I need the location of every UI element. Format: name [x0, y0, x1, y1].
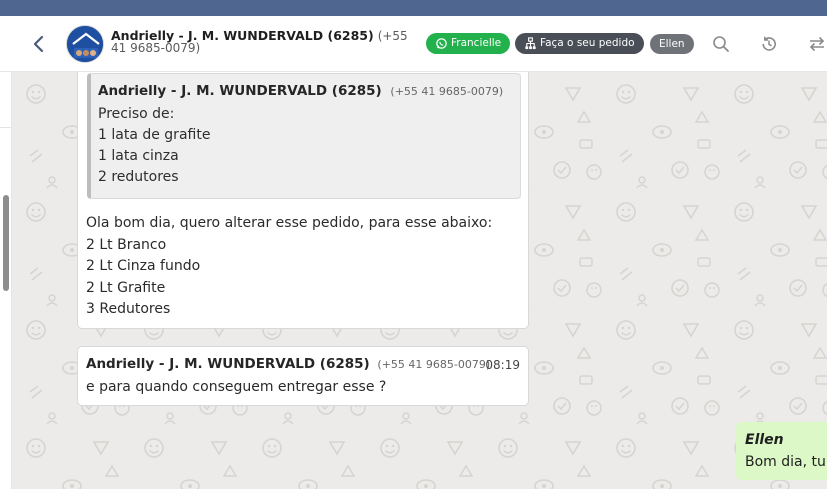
message-line: Ola bom dia, quero alterar esse pedido, … [86, 215, 493, 231]
message-bubble-outgoing[interactable]: Ellen Bom dia, tu [736, 422, 827, 480]
whatsapp-icon [436, 38, 447, 49]
chat-header: Andrielly - J. M. WUNDERVALD (6285) (+55… [0, 16, 827, 72]
message-author: Andrielly - J. M. WUNDERVALD (6285) (+55… [86, 356, 490, 372]
quoted-line: 1 lata cinza [98, 148, 179, 164]
tag-ellen[interactable]: Ellen [650, 34, 694, 54]
top-strip [0, 0, 827, 16]
search-icon[interactable] [711, 34, 731, 54]
tag-faca-o-seu-pedido[interactable]: Faça o seu pedido [515, 33, 644, 54]
quoted-author-phone: (+55 41 9685-0079) [390, 85, 504, 98]
scrollbar-thumb[interactable] [3, 195, 9, 291]
message-line: 3 Redutores [86, 301, 171, 317]
quoted-line: 1 lata de grafite [98, 127, 211, 143]
message-bubble-incoming[interactable]: Andrielly - J. M. WUNDERVALD (6285) (+55… [77, 346, 529, 406]
message-line: 2 Lt Branco [86, 237, 167, 253]
message-author: Ellen [745, 432, 784, 448]
back-arrow-icon[interactable] [28, 33, 50, 55]
contact-title[interactable]: Andrielly - J. M. WUNDERVALD (6285) (+55… [111, 29, 411, 54]
panel-divider [0, 127, 12, 128]
message-time: 08:19 [485, 358, 520, 372]
avatar[interactable] [66, 25, 104, 63]
quoted-author-name: Andrielly - J. M. WUNDERVALD (6285) [98, 83, 382, 99]
org-chart-icon [525, 37, 536, 50]
chat-area[interactable]: Andrielly - J. M. WUNDERVALD (6285) (+55… [12, 72, 827, 489]
quoted-line: Preciso de: [98, 106, 175, 122]
message-author-name: Andrielly - J. M. WUNDERVALD (6285) [86, 356, 370, 372]
message-text: e para quando conseguem entregar esse ? [86, 379, 387, 395]
tag-label: Ellen [659, 38, 685, 50]
tag-label: Francielle [451, 37, 502, 49]
message-line: 2 Lt Cinza fundo [86, 258, 201, 274]
message-bubble-incoming[interactable]: Andrielly - J. M. WUNDERVALD (6285) (+55… [77, 72, 529, 329]
avatar-logo-icon [67, 26, 103, 62]
message-author-phone: (+55 41 9685-0079) [377, 358, 491, 371]
transfer-icon[interactable] [807, 34, 827, 54]
message-line: 2 Lt Grafite [86, 280, 166, 296]
left-panel [0, 72, 12, 489]
tag-label: Faça o seu pedido [540, 37, 635, 49]
quoted-line: 2 redutores [98, 169, 179, 185]
quoted-message[interactable]: Andrielly - J. M. WUNDERVALD (6285) (+55… [87, 73, 521, 199]
history-icon[interactable] [759, 34, 779, 54]
message-text: Bom dia, tu [745, 454, 826, 470]
tag-francielle[interactable]: Francielle [426, 33, 511, 54]
quoted-author: Andrielly - J. M. WUNDERVALD (6285) (+55… [98, 83, 503, 99]
